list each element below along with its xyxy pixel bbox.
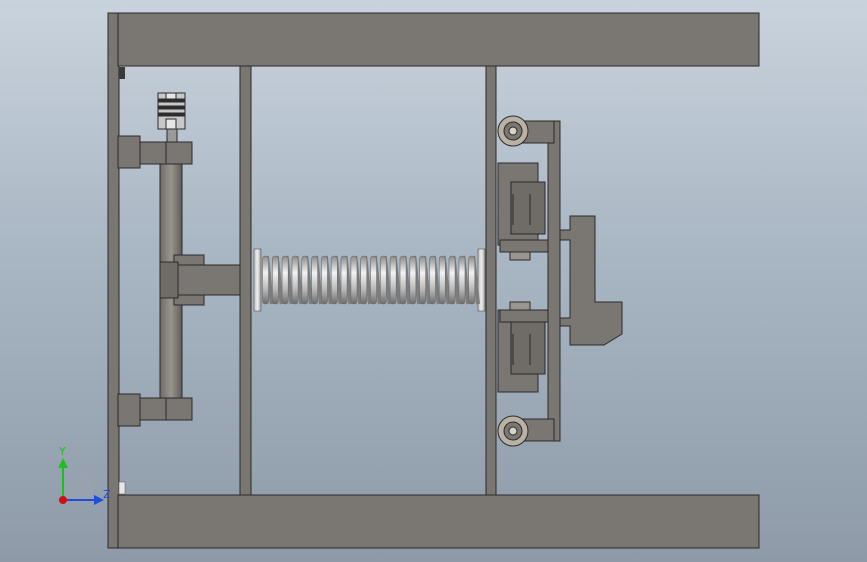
guide-rod-assembly — [117, 135, 241, 427]
triad-y-label: Y — [58, 445, 66, 458]
carriage-assembly — [497, 120, 623, 442]
top-beam — [117, 12, 760, 67]
spring-coil — [419, 255, 427, 305]
spring-coil — [379, 255, 387, 305]
slider-collar-left — [159, 261, 179, 299]
spring-coil — [399, 255, 407, 305]
spring-coil — [311, 255, 319, 305]
lower-roller-wheel — [497, 415, 529, 447]
cad-viewport[interactable]: Y Z — [0, 0, 867, 562]
upper-roller-wheel — [497, 115, 529, 147]
lower-bearing-slot — [510, 321, 546, 375]
spring-coil — [409, 255, 417, 305]
upper-nut — [509, 251, 531, 261]
coordinate-triad-icon: Y Z — [58, 445, 111, 505]
spring-coil — [281, 255, 289, 305]
lower-mount-block — [117, 393, 141, 427]
left-upright — [107, 12, 120, 549]
y-axis-arrow — [58, 458, 68, 468]
spring-end-plate-left — [253, 248, 262, 312]
middle-plate-left — [239, 65, 252, 496]
spring-coil — [340, 255, 348, 305]
spring-coil — [448, 255, 456, 305]
spring-coil — [389, 255, 397, 305]
upper-bearing-base — [499, 239, 549, 253]
spring-coil — [350, 255, 358, 305]
spring-coils — [262, 255, 480, 305]
top-corner-tab — [119, 67, 125, 79]
spring-coil — [429, 255, 436, 305]
spring-coil — [370, 255, 377, 305]
x-axis-dot — [59, 496, 67, 504]
middle-plate-right — [485, 65, 497, 496]
spring-coil — [262, 255, 269, 305]
spring-coil — [438, 255, 446, 305]
lower-nut — [509, 301, 531, 311]
slider-block — [175, 264, 241, 296]
lower-bearing-top — [499, 309, 549, 323]
triad-z-label: Z — [103, 488, 111, 501]
bottom-beam — [117, 494, 760, 549]
carriage-back-plate — [547, 120, 561, 442]
bottom-corner-tab — [118, 481, 126, 495]
shaft-coupling — [157, 92, 186, 143]
spring-coil — [458, 255, 466, 305]
compression-spring — [253, 248, 486, 312]
guide-rod-upper — [159, 161, 183, 263]
guide-rod-lower — [159, 297, 183, 399]
latch-bracket — [559, 215, 623, 346]
upper-bearing-slot — [510, 181, 546, 235]
upper-mount-block — [117, 135, 141, 169]
spring-coil — [301, 255, 309, 305]
spring-coil — [360, 255, 368, 305]
spring-coil — [468, 255, 476, 305]
spring-coil — [321, 255, 328, 305]
spring-coil — [271, 255, 279, 305]
spring-coil — [291, 255, 299, 305]
spring-coil — [330, 255, 338, 305]
